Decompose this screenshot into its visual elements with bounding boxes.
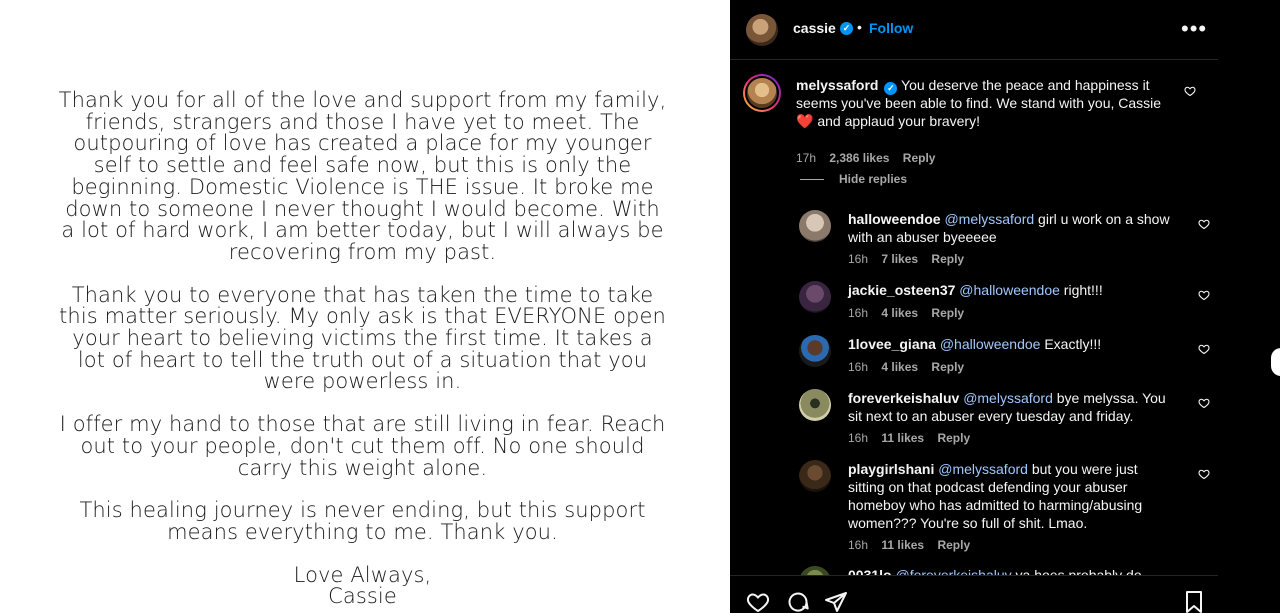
reply-item: 0031lo @foreverkeishaluv ya hoes probabl… [799, 566, 1199, 575]
reply-text: playgirlshani @melyssaford but you were … [848, 460, 1178, 532]
post-image: Thank you for all of the love and suppor… [0, 0, 730, 613]
hide-replies-line [800, 179, 824, 180]
comment-icon[interactable] [786, 590, 810, 613]
mention-link[interactable]: @halloweendoe [959, 282, 1060, 298]
next-post-button[interactable] [1271, 348, 1280, 376]
reply-text: 1lovee_giana @halloweendoe Exactly!!! [848, 335, 1178, 353]
commenter-username[interactable]: foreverkeishaluv [848, 390, 959, 406]
follow-button[interactable]: Follow [869, 20, 913, 36]
commenter-username[interactable]: 1lovee_giana [848, 336, 936, 352]
comment-text: melyssaford ✓ You deserve the peace and … [796, 77, 1176, 130]
reply-likes[interactable]: 4 likes [881, 360, 918, 374]
reply-text: halloweendoe @melyssaford girl u work on… [848, 210, 1178, 246]
letter-paragraph-1: Thank you for all of the love and suppor… [58, 88, 667, 264]
reply-body: Exactly!!! [1040, 336, 1102, 352]
mention-link[interactable]: @halloweendoe [940, 336, 1041, 352]
share-icon[interactable] [824, 590, 848, 613]
reply-time: 16h [848, 538, 869, 552]
verified-badge-icon: ✓ [840, 22, 853, 35]
letter-signoff-line1: Love Always, [293, 562, 432, 587]
comments-list[interactable]: melyssaford ✓ You deserve the peace and … [730, 60, 1218, 575]
comment-meta: 17h 2,386 likes Reply [796, 151, 945, 165]
reply-button[interactable]: Reply [937, 538, 970, 552]
reply-time: 16h [848, 306, 869, 320]
reply-item: jackie_osteen37 @halloweendoe right!!! 1… [799, 281, 1210, 323]
reply-button[interactable]: Reply [931, 252, 964, 266]
comment-likes[interactable]: 2,386 likes [829, 151, 889, 165]
reply-body: right!!! [1059, 282, 1103, 298]
reply-likes[interactable]: 11 likes [881, 538, 924, 552]
letter-paragraph-2: Thank you to everyone that has taken the… [59, 282, 666, 394]
reply-time: 16h [848, 360, 869, 374]
post-header: cassie ✓ • Follow ••• [730, 0, 1218, 60]
verified-badge-icon: ✓ [884, 82, 898, 95]
commenter-username[interactable]: jackie_osteen37 [848, 282, 955, 298]
heart-icon[interactable] [746, 590, 770, 613]
commenter-avatar[interactable] [799, 566, 831, 575]
reply-item: 1lovee_giana @halloweendoe Exactly!!! 16… [799, 335, 1210, 377]
letter-signoff: Love Always, Cassie [0, 562, 725, 609]
heart-icon[interactable] [1198, 468, 1212, 482]
letter-paragraph-4: This healing journey is never ending, bu… [79, 498, 646, 544]
heart-icon[interactable] [1198, 289, 1212, 303]
reply-item: halloweendoe @melyssaford girl u work on… [799, 210, 1210, 270]
comment-body-part2: and applaud your bravery! [813, 112, 980, 129]
hide-replies-button[interactable]: Hide replies [839, 172, 907, 186]
letter-text: Thank you for all of the love and suppor… [0, 88, 725, 609]
reply-body: ya hoes probably do [1011, 567, 1142, 575]
reply-meta: 16h 4 likes Reply [848, 360, 974, 374]
red-heart-emoji: ❤️ [796, 112, 814, 129]
reply-button[interactable]: Reply [931, 360, 964, 374]
heart-icon[interactable] [1198, 397, 1212, 411]
reply-meta: 16h 11 likes Reply [848, 538, 980, 552]
commenter-username[interactable]: halloweendoe [848, 211, 941, 227]
mention-link[interactable]: @melyssaford [963, 390, 1053, 406]
reply-time: 16h [848, 252, 869, 266]
mention-link[interactable]: @foreverkeishaluv [895, 567, 1011, 575]
author-username[interactable]: cassie [793, 20, 836, 36]
reply-item: foreverkeishaluv @melyssaford bye melyss… [799, 389, 1210, 449]
reply-likes[interactable]: 4 likes [881, 306, 918, 320]
reply-item: playgirlshani @melyssaford but you were … [799, 460, 1210, 555]
heart-icon[interactable] [1198, 343, 1212, 357]
commenter-username[interactable]: 0031lo [848, 567, 892, 575]
bookmark-icon[interactable] [1182, 590, 1206, 613]
commenter-avatar[interactable] [799, 210, 831, 242]
comment-time: 17h [796, 151, 817, 165]
reply-likes[interactable]: 11 likes [881, 431, 924, 445]
letter-paragraph-3: I offer my hand to those that are still … [59, 412, 666, 480]
heart-icon[interactable] [1198, 218, 1212, 232]
reply-text: foreverkeishaluv @melyssaford bye melyss… [848, 389, 1178, 425]
action-bar [730, 575, 1218, 613]
reply-button[interactable]: Reply [937, 431, 970, 445]
reply-text: 0031lo @foreverkeishaluv ya hoes probabl… [848, 566, 1178, 575]
reply-time: 16h [848, 431, 869, 445]
reply-likes[interactable]: 7 likes [881, 252, 918, 266]
heart-icon[interactable] [1184, 85, 1198, 99]
more-options-icon[interactable]: ••• [1181, 16, 1207, 42]
header-separator: • [857, 19, 862, 35]
comments-panel: cassie ✓ • Follow ••• melyssaford ✓ You … [730, 0, 1280, 613]
reply-meta: 16h 7 likes Reply [848, 252, 974, 266]
reply-meta: 16h 11 likes Reply [848, 431, 980, 445]
commenter-avatar[interactable] [799, 281, 831, 313]
commenter-avatar[interactable] [799, 389, 831, 421]
reply-meta: 16h 4 likes Reply [848, 306, 974, 320]
commenter-avatar[interactable] [799, 335, 831, 367]
commenter-username[interactable]: playgirlshani [848, 461, 934, 477]
commenter-username[interactable]: melyssaford [796, 77, 878, 93]
mention-link[interactable]: @melyssaford [938, 461, 1028, 477]
author-avatar[interactable] [746, 14, 778, 46]
reply-button[interactable]: Reply [903, 151, 936, 165]
commenter-avatar[interactable] [799, 460, 831, 492]
commenter-avatar[interactable] [745, 76, 779, 110]
mention-link[interactable]: @melyssaford [944, 211, 1034, 227]
reply-text: jackie_osteen37 @halloweendoe right!!! [848, 281, 1178, 299]
reply-button[interactable]: Reply [931, 306, 964, 320]
letter-signoff-line2: Cassie [328, 584, 397, 609]
